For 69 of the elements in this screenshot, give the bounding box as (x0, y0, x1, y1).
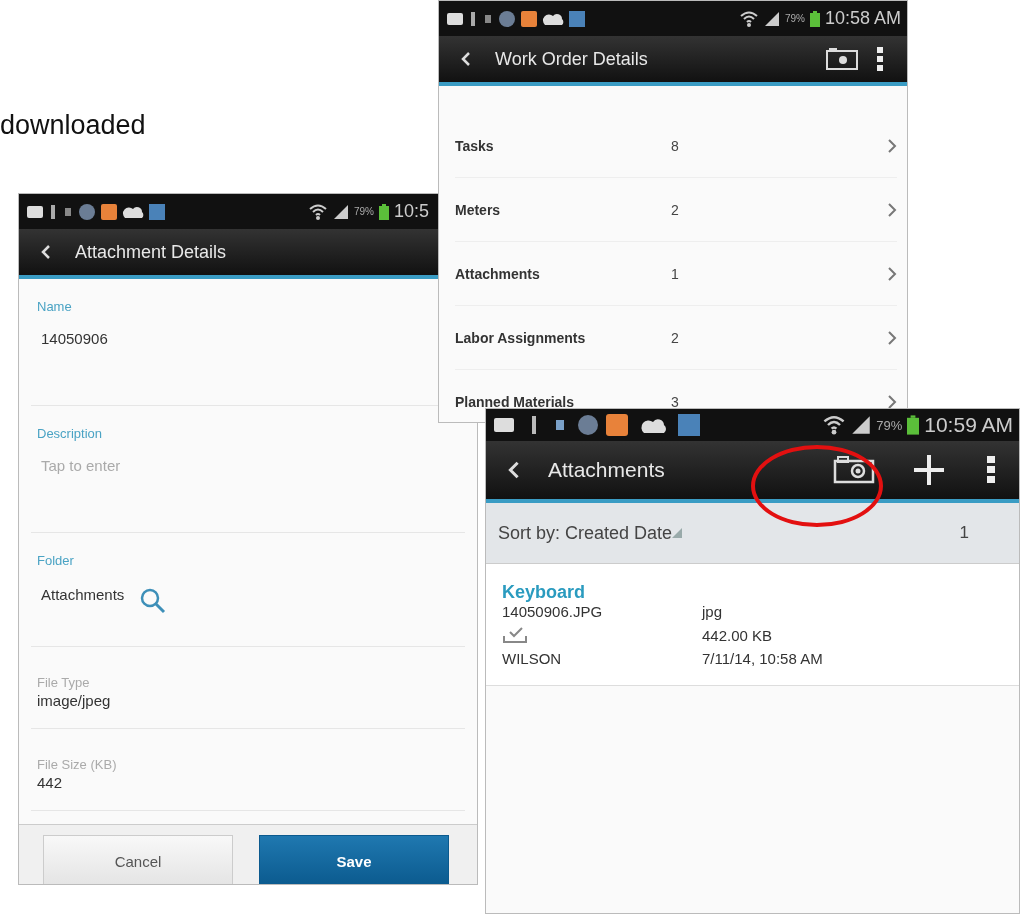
caption-text: downloaded (0, 110, 146, 141)
save-button[interactable]: Save (259, 835, 449, 884)
field-value: Attachments (41, 586, 125, 603)
sort-dropdown[interactable]: Sort by: Created Date (498, 522, 673, 544)
screen-title: Work Order Details (495, 48, 648, 70)
field-label: Folder (37, 553, 74, 568)
back-icon[interactable] (508, 460, 520, 480)
screen-title: Attachments (548, 458, 665, 482)
chevron-right-icon (887, 265, 897, 282)
list-row[interactable]: Labor Assignments 2 (455, 306, 897, 370)
back-icon[interactable] (41, 244, 51, 260)
dropdown-corner-icon (672, 528, 683, 538)
overflow-menu-icon[interactable] (985, 455, 997, 485)
add-icon[interactable] (911, 452, 947, 488)
row-count: 2 (671, 201, 679, 218)
chevron-right-icon (887, 329, 897, 346)
list-row[interactable]: Meters 2 (455, 178, 897, 242)
field-label: Name (37, 299, 72, 314)
wifi-icon (738, 9, 759, 28)
battery-icon (809, 10, 820, 27)
signal-icon (763, 10, 780, 27)
signal-icon (332, 203, 349, 220)
camera-icon[interactable] (833, 456, 875, 484)
field-label: Description (37, 426, 103, 441)
status-time: 10:59 AM (924, 413, 1013, 437)
created-date: 7/11/14, 10:58 AM (702, 650, 823, 667)
field-label: File Type (37, 675, 90, 690)
item-count: 1 (959, 523, 969, 543)
battery-percent: 79% (353, 206, 374, 217)
cancel-button[interactable]: Cancel (43, 835, 233, 884)
row-count: 8 (671, 137, 679, 154)
chevron-right-icon (887, 201, 897, 218)
overflow-menu-icon[interactable] (875, 46, 885, 72)
battery-icon (907, 415, 920, 435)
row-label: Planned Materials (455, 393, 576, 410)
row-label: Labor Assignments (455, 329, 587, 346)
signal-icon (851, 415, 872, 435)
battery-icon (378, 203, 389, 220)
row-label: Attachments (455, 265, 541, 282)
status-time: 10:58 AM (824, 8, 901, 29)
download-check-icon (502, 626, 528, 644)
row-count: 2 (671, 329, 679, 346)
status-time: 10:5 (393, 201, 429, 222)
row-label: Tasks (455, 137, 495, 154)
input-field[interactable]: Tap to enter (41, 457, 459, 474)
author-name: WILSON (502, 650, 562, 667)
file-type: jpg (702, 603, 723, 620)
row-label: Meters (455, 201, 502, 218)
chevron-right-icon (887, 393, 897, 410)
chevron-right-icon (887, 137, 897, 154)
row-count: 1 (671, 265, 679, 282)
attachment-title: Keyboard (502, 582, 587, 603)
list-row[interactable]: Tasks 8 (455, 114, 897, 178)
camera-icon[interactable] (825, 47, 859, 71)
file-size: 442.00 KB (702, 626, 773, 644)
battery-percent: 79% (784, 13, 805, 24)
back-icon[interactable] (461, 51, 471, 67)
field-value: 14050906 (41, 330, 108, 347)
attachment-list-item[interactable]: Keyboard 14050906.JPG jpg 442.00 KB WILSON 7/11/14, 10:58 AM (486, 564, 1019, 686)
wifi-icon (307, 202, 328, 221)
battery-percent: 79% (876, 417, 903, 433)
field-value: image/jpeg (37, 692, 111, 709)
row-count: 3 (671, 393, 679, 410)
field-value: 442 (37, 774, 63, 791)
screen-title: Attachment Details (75, 241, 227, 263)
field-label: File Size (KB) (37, 757, 117, 772)
list-row[interactable]: Attachments 1 (455, 242, 897, 306)
wifi-icon (822, 414, 847, 436)
file-name: 14050906.JPG (502, 603, 603, 620)
